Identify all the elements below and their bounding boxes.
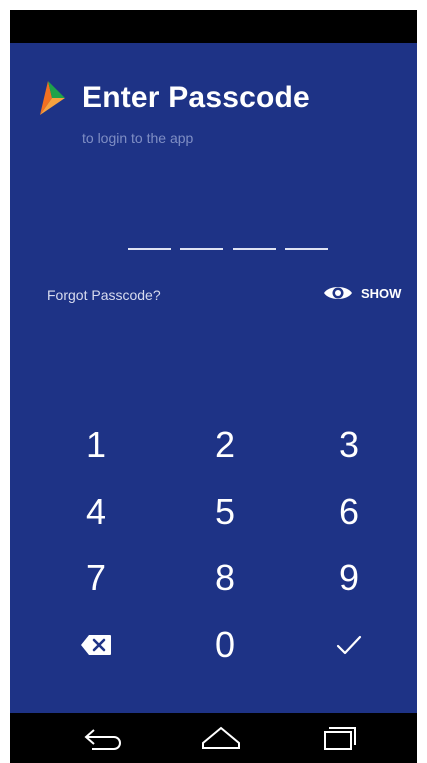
check-icon: [336, 635, 362, 655]
key-2[interactable]: 2: [190, 419, 260, 471]
device-frame: Enter Passcode to login to the app Forgo…: [10, 10, 417, 763]
key-6[interactable]: 6: [314, 486, 384, 538]
backspace-icon: [81, 635, 111, 655]
bhim-logo-icon: [40, 81, 65, 115]
key-9[interactable]: 9: [314, 552, 384, 604]
show-passcode-button[interactable]: SHOW: [323, 281, 401, 305]
show-label: SHOW: [361, 285, 402, 301]
key-8[interactable]: 8: [190, 552, 260, 604]
eye-icon: [324, 287, 352, 299]
passcode-slot: [180, 248, 223, 250]
forgot-passcode-link[interactable]: Forgot Passcode?: [47, 287, 161, 303]
key-1[interactable]: 1: [61, 419, 131, 471]
key-0[interactable]: 0: [190, 619, 260, 671]
status-bar: [10, 10, 417, 43]
page-title: Enter Passcode: [82, 81, 310, 114]
backspace-button[interactable]: [61, 619, 131, 671]
recents-icon[interactable]: [319, 725, 361, 751]
navigation-bar: [10, 713, 417, 763]
home-icon[interactable]: [200, 725, 242, 751]
key-7[interactable]: 7: [61, 552, 131, 604]
passcode-screen: Enter Passcode to login to the app Forgo…: [10, 43, 417, 713]
passcode-slot: [285, 248, 328, 250]
back-icon[interactable]: [82, 725, 124, 751]
key-3[interactable]: 3: [314, 419, 384, 471]
key-4[interactable]: 4: [61, 486, 131, 538]
passcode-slot: [128, 248, 171, 250]
submit-button[interactable]: [314, 619, 384, 671]
key-5[interactable]: 5: [190, 486, 260, 538]
page-subtitle: to login to the app: [82, 130, 194, 146]
passcode-input[interactable]: [128, 248, 328, 254]
passcode-slot: [233, 248, 276, 250]
